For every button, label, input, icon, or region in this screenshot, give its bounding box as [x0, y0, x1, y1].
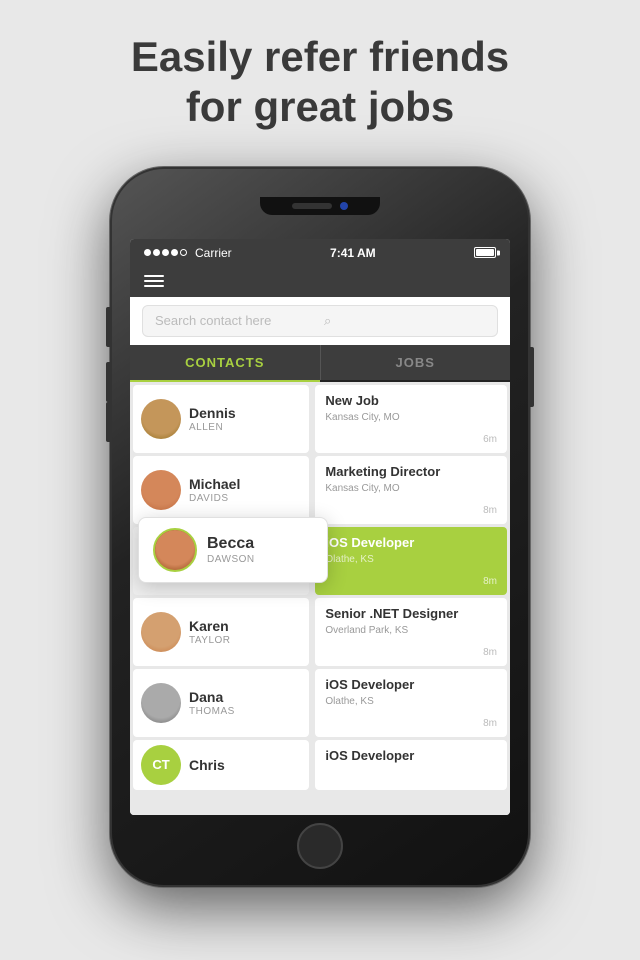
home-button[interactable]: [297, 823, 343, 869]
camera: [340, 202, 348, 210]
contact-info-dana: Dana THOMAS: [189, 689, 301, 717]
hamburger-menu[interactable]: [144, 275, 164, 287]
contact-last-dana: THOMAS: [189, 706, 301, 717]
avatar-karen: [141, 612, 181, 652]
status-right: [474, 247, 496, 258]
contact-info-dennis: Dennis ALLEN: [189, 405, 301, 433]
avatar-initials-chris: CT: [152, 757, 169, 772]
contact-last-michael: DAVIDS: [189, 493, 301, 504]
job-card-6[interactable]: iOS Developer: [315, 740, 507, 790]
contact-name-dennis: Dennis: [189, 405, 301, 421]
contact-name-chris: Chris: [189, 757, 301, 773]
hamburger-line-1: [144, 275, 164, 277]
signal-dot-2: [153, 249, 160, 256]
signal-dot-3: [162, 249, 169, 256]
status-left: Carrier: [144, 246, 232, 260]
job-card-3[interactable]: iOS Developer Olathe, KS 8m: [315, 527, 507, 595]
job-card-2[interactable]: Marketing Director Kansas City, MO 8m: [315, 456, 507, 524]
headline: Easily refer friends for great jobs: [71, 0, 569, 157]
avatar-dennis: [141, 399, 181, 439]
contact-last-karen: TAYLOR: [189, 635, 301, 646]
avatar-chris: CT: [141, 745, 181, 785]
contact-card-michael[interactable]: Michael DAVIDS: [133, 456, 309, 524]
job-card-1[interactable]: New Job Kansas City, MO 6m: [315, 385, 507, 453]
job-title-3: iOS Developer: [325, 535, 497, 552]
search-icon: ⌕: [324, 313, 485, 329]
contact-name-michael: Michael: [189, 476, 301, 492]
contact-card-dennis[interactable]: Dennis ALLEN: [133, 385, 309, 453]
becca-popup-info: Becca DAWSON: [207, 535, 313, 565]
becca-popup-name: Becca: [207, 535, 313, 553]
job-card-4[interactable]: Senior .NET Designer Overland Park, KS 8…: [315, 598, 507, 666]
status-time: 7:41 AM: [330, 246, 376, 260]
content-area: Dennis ALLEN Michael DAVIDS: [130, 382, 510, 815]
job-time-1: 6m: [483, 434, 497, 445]
avatar-michael: [141, 470, 181, 510]
job-location-1: Kansas City, MO: [325, 412, 497, 423]
contact-card-karen[interactable]: Karen TAYLOR: [133, 598, 309, 666]
job-location-5: Olathe, KS: [325, 696, 497, 707]
job-title-2: Marketing Director: [325, 464, 497, 481]
contact-info-chris: Chris: [189, 757, 301, 773]
job-location-3: Olathe, KS: [325, 554, 497, 565]
job-title-5: iOS Developer: [325, 677, 497, 694]
phone-notch: [260, 197, 380, 215]
tab-contacts[interactable]: CONTACTS: [130, 345, 320, 382]
contact-last-dennis: ALLEN: [189, 422, 301, 433]
job-location-4: Overland Park, KS: [325, 625, 497, 636]
jobs-column: New Job Kansas City, MO 6m Marketing Dir…: [312, 382, 510, 815]
contacts-column: Dennis ALLEN Michael DAVIDS: [130, 382, 312, 815]
contact-card-dana[interactable]: Dana THOMAS: [133, 669, 309, 737]
search-bar: Search contact here ⌕: [130, 297, 510, 345]
job-time-2: 8m: [483, 505, 497, 516]
app-nav-bar: [130, 267, 510, 297]
tab-jobs[interactable]: JOBS: [321, 345, 511, 380]
hamburger-line-2: [144, 280, 164, 282]
job-card-5[interactable]: iOS Developer Olathe, KS 8m: [315, 669, 507, 737]
phone-mockup: Carrier 7:41 AM Search contact here ⌕: [110, 167, 530, 887]
signal-dot-5: [180, 249, 187, 256]
job-title-1: New Job: [325, 393, 497, 410]
headline-text: Easily refer friends for great jobs: [131, 32, 509, 133]
signal-dot-4: [171, 249, 178, 256]
carrier-label: Carrier: [195, 246, 232, 260]
contact-card-chris[interactable]: CT Chris: [133, 740, 309, 790]
speaker: [292, 203, 332, 209]
contact-info-michael: Michael DAVIDS: [189, 476, 301, 504]
job-time-5: 8m: [483, 718, 497, 729]
battery-fill: [476, 249, 494, 256]
avatar-dana: [141, 683, 181, 723]
search-placeholder: Search contact here: [155, 313, 316, 328]
tab-bar: CONTACTS JOBS: [130, 345, 510, 382]
job-time-3: 8m: [483, 576, 497, 587]
becca-popup-card[interactable]: Becca DAWSON: [138, 517, 328, 583]
phone-screen: Carrier 7:41 AM Search contact here ⌕: [130, 239, 510, 815]
contact-info-karen: Karen TAYLOR: [189, 618, 301, 646]
search-input-wrap[interactable]: Search contact here ⌕: [142, 305, 498, 337]
avatar-becca-popup: [153, 528, 197, 572]
job-title-6: iOS Developer: [325, 748, 497, 765]
job-location-2: Kansas City, MO: [325, 483, 497, 494]
job-time-4: 8m: [483, 647, 497, 658]
becca-popup-last: DAWSON: [207, 554, 313, 565]
job-title-4: Senior .NET Designer: [325, 606, 497, 623]
signal-dot-1: [144, 249, 151, 256]
status-bar: Carrier 7:41 AM: [130, 239, 510, 267]
hamburger-line-3: [144, 285, 164, 287]
contact-name-dana: Dana: [189, 689, 301, 705]
battery-icon: [474, 247, 496, 258]
contact-name-karen: Karen: [189, 618, 301, 634]
